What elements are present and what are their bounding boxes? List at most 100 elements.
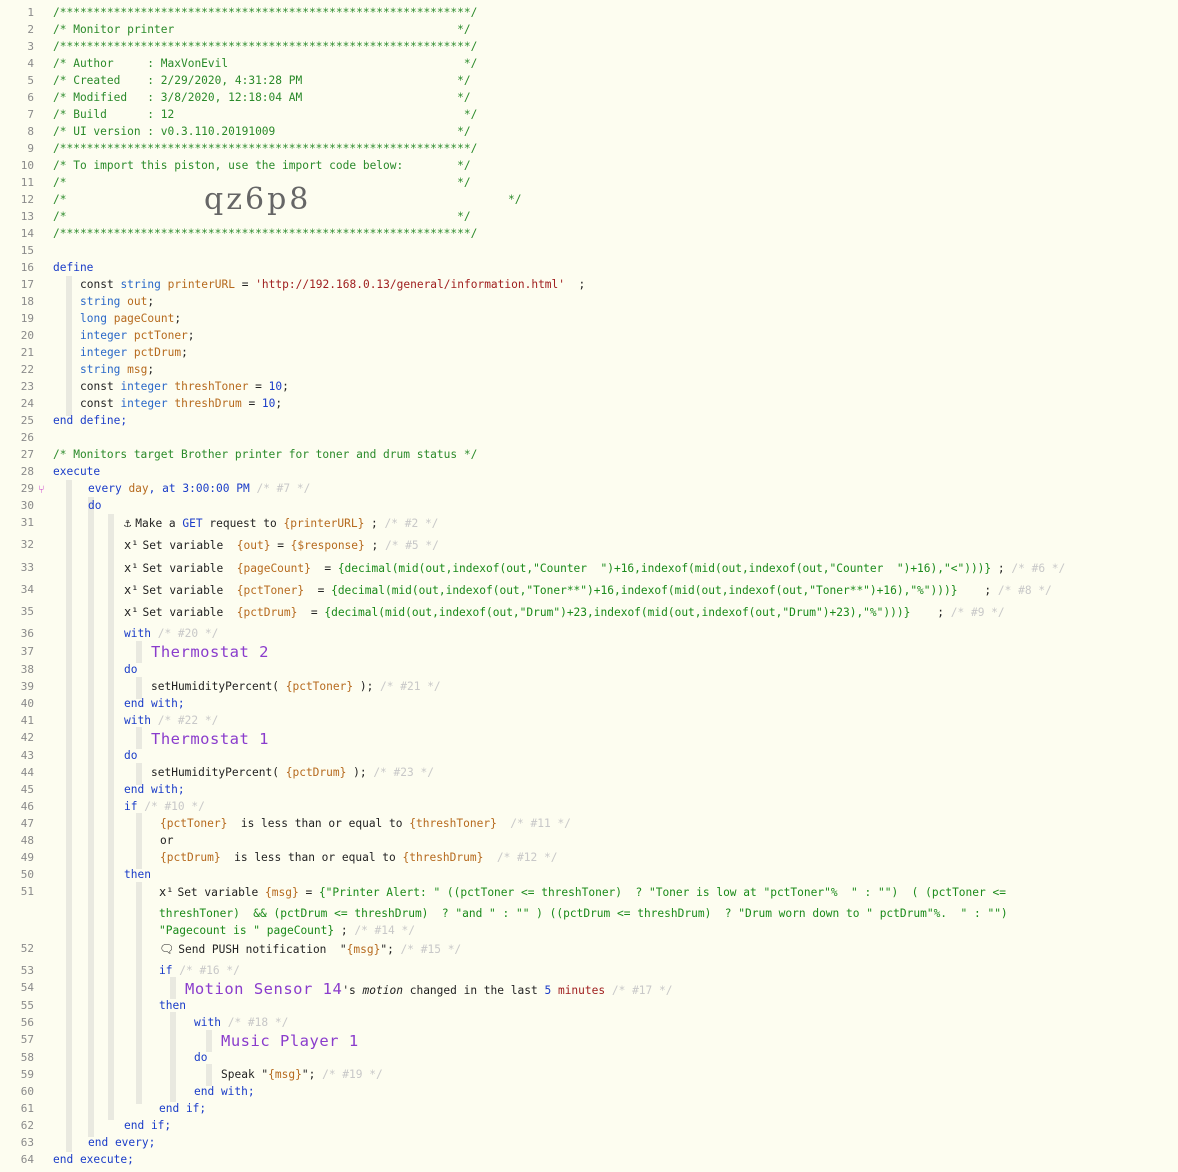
set-humidity-drum[interactable]: setHumidityPercent( {pctDrum} ); /* #23 … bbox=[151, 766, 434, 779]
block-guide bbox=[136, 641, 142, 663]
define-pagecount-line[interactable]: long pageCount; bbox=[80, 312, 181, 325]
define-out-line[interactable]: string out; bbox=[80, 295, 154, 308]
line-number: 62 bbox=[20, 1119, 34, 1132]
variable-icon: x¹ bbox=[159, 885, 174, 899]
http-get-action[interactable]: ⚓ Make a GET request to {printerURL} ; /*… bbox=[124, 516, 438, 530]
then-keyword: then bbox=[159, 999, 186, 1012]
end-every: end every; bbox=[88, 1136, 156, 1149]
define-threshdrum-line[interactable]: const integer threshDrum = 10; bbox=[80, 397, 282, 410]
line-number: 60 bbox=[20, 1085, 34, 1098]
header-stars: /***************************************… bbox=[53, 142, 478, 155]
end-execute: end execute; bbox=[53, 1153, 134, 1166]
nested-if[interactable]: if /* #16 */ bbox=[159, 964, 240, 977]
block-guide bbox=[136, 763, 142, 785]
line-number: 29 bbox=[20, 482, 34, 495]
line-number: 39 bbox=[20, 680, 34, 693]
line-number: 9 bbox=[27, 142, 34, 155]
or-operator[interactable]: or bbox=[160, 834, 173, 847]
line-number: 64 bbox=[20, 1153, 34, 1166]
set-variable-pctdrum[interactable]: x¹ Set variable {pctDrum} = {decimal(mid(… bbox=[124, 605, 1005, 619]
with-music-player[interactable]: with /* #18 */ bbox=[194, 1016, 288, 1029]
header-modified: /* Modified : 3/8/2020, 12:18:04 AM */ bbox=[53, 91, 471, 104]
line-number: 38 bbox=[20, 663, 34, 676]
line-number: 31 bbox=[20, 516, 34, 529]
execute-keyword: execute bbox=[53, 465, 101, 478]
line-number: 54 bbox=[20, 981, 34, 994]
header-created: /* Created : 2/29/2020, 4:31:28 PM */ bbox=[53, 74, 471, 87]
execute-comment: /* Monitors target Brother printer for t… bbox=[53, 448, 478, 461]
line-number: 5 bbox=[27, 74, 34, 87]
line-number: 7 bbox=[27, 108, 34, 121]
set-variable-pagecount[interactable]: x¹ Set variable {pageCount} = {decimal(mi… bbox=[124, 561, 1065, 575]
line-number: 35 bbox=[20, 605, 34, 618]
block-guide bbox=[206, 1030, 212, 1052]
define-threshtoner-line[interactable]: const integer threshToner = 10; bbox=[80, 380, 289, 393]
line-number: 20 bbox=[20, 329, 34, 342]
line-number: 26 bbox=[20, 431, 34, 444]
line-number: 42 bbox=[20, 731, 34, 744]
define-printerurl-line[interactable]: const string printerURL = 'http://192.16… bbox=[80, 278, 585, 291]
line-number: 47 bbox=[20, 817, 34, 830]
header-author: /* Author : MaxVonEvil */ bbox=[53, 57, 478, 70]
line-number: 32 bbox=[20, 538, 34, 551]
line-number: 43 bbox=[20, 749, 34, 762]
motion-condition[interactable]: Motion Sensor 14's motion changed in the… bbox=[185, 980, 672, 998]
block-guide bbox=[88, 497, 94, 1137]
variable-icon: x¹ bbox=[124, 605, 139, 619]
line-number: 11 bbox=[20, 176, 34, 189]
header-title: /* Monitor printer */ bbox=[53, 23, 471, 36]
variable-icon: x¹ bbox=[124, 538, 139, 552]
line-number: 18 bbox=[20, 295, 34, 308]
line-number: 25 bbox=[20, 414, 34, 427]
device-thermostat-2[interactable]: Thermostat 2 bbox=[151, 643, 269, 661]
line-number: 4 bbox=[27, 57, 34, 70]
block-guide bbox=[136, 677, 142, 699]
define-pcttoner-line[interactable]: integer pctToner; bbox=[80, 329, 195, 342]
line-number: 33 bbox=[20, 561, 34, 574]
line-number: 16 bbox=[20, 261, 34, 274]
line-number: 41 bbox=[20, 714, 34, 727]
define-pctdrum-line[interactable]: integer pctDrum; bbox=[80, 346, 188, 359]
line-number: 1 bbox=[27, 6, 34, 19]
device-music-player-1[interactable]: Music Player 1 bbox=[221, 1032, 359, 1050]
set-humidity-toner[interactable]: setHumidityPercent( {pctToner} ); /* #21… bbox=[151, 680, 441, 693]
line-number: 17 bbox=[20, 278, 34, 291]
send-push-notification[interactable]: 🗨 Send PUSH notification "{msg}"; /* #15 … bbox=[159, 942, 461, 956]
set-variable-pcttoner[interactable]: x¹ Set variable {pctToner} = {decimal(mid… bbox=[124, 583, 1052, 597]
set-variable-out[interactable]: x¹ Set variable {out} = {$response} ; /* … bbox=[124, 538, 439, 552]
if-statement[interactable]: if /* #10 */ bbox=[124, 800, 205, 813]
variable-icon: x¹ bbox=[124, 561, 139, 575]
line-number: 14 bbox=[20, 227, 34, 240]
end-with: end with; bbox=[194, 1085, 255, 1098]
header-ui-version: /* UI version : v0.3.110.20191009 */ bbox=[53, 125, 471, 138]
header-import-note: /* To import this piston, use the import… bbox=[53, 159, 471, 172]
line-number: 63 bbox=[20, 1136, 34, 1149]
set-variable-msg[interactable]: x¹ Set variable {msg} = {"Printer Alert: … bbox=[159, 885, 1006, 899]
block-guide bbox=[108, 514, 114, 1120]
line-number: 24 bbox=[20, 397, 34, 410]
end-if: end if; bbox=[124, 1119, 172, 1132]
do-keyword: do bbox=[124, 663, 138, 676]
device-thermostat-1[interactable]: Thermostat 1 bbox=[151, 730, 269, 748]
push-notification-icon: 🗨 bbox=[159, 942, 175, 956]
condition-drum[interactable]: {pctDrum} is less than or equal to {thre… bbox=[160, 851, 557, 864]
condition-toner[interactable]: {pctToner} is less than or equal to {thr… bbox=[160, 817, 571, 830]
with-thermostat-1[interactable]: with /* #22 */ bbox=[124, 714, 218, 727]
line-number: 3 bbox=[27, 40, 34, 53]
line-number: 10 bbox=[20, 159, 34, 172]
every-day-trigger[interactable]: every day, at 3:00:00 PM /* #7 */ bbox=[88, 482, 310, 495]
line-number: 51 bbox=[20, 885, 34, 898]
block-guide bbox=[206, 1064, 212, 1086]
line-number: 58 bbox=[20, 1051, 34, 1064]
do-keyword: do bbox=[88, 499, 102, 512]
line-number: 2 bbox=[27, 23, 34, 36]
anchor-icon: ⚓ bbox=[124, 516, 132, 530]
line-number: 46 bbox=[20, 800, 34, 813]
with-thermostat-2[interactable]: with /* #20 */ bbox=[124, 627, 218, 640]
speak-action[interactable]: Speak "{msg}"; /* #19 */ bbox=[221, 1068, 383, 1081]
line-number: 34 bbox=[20, 583, 34, 596]
line-number: 57 bbox=[20, 1033, 34, 1046]
define-msg-line[interactable]: string msg; bbox=[80, 363, 154, 376]
line-number: 8 bbox=[27, 125, 34, 138]
line-number: 22 bbox=[20, 363, 34, 376]
